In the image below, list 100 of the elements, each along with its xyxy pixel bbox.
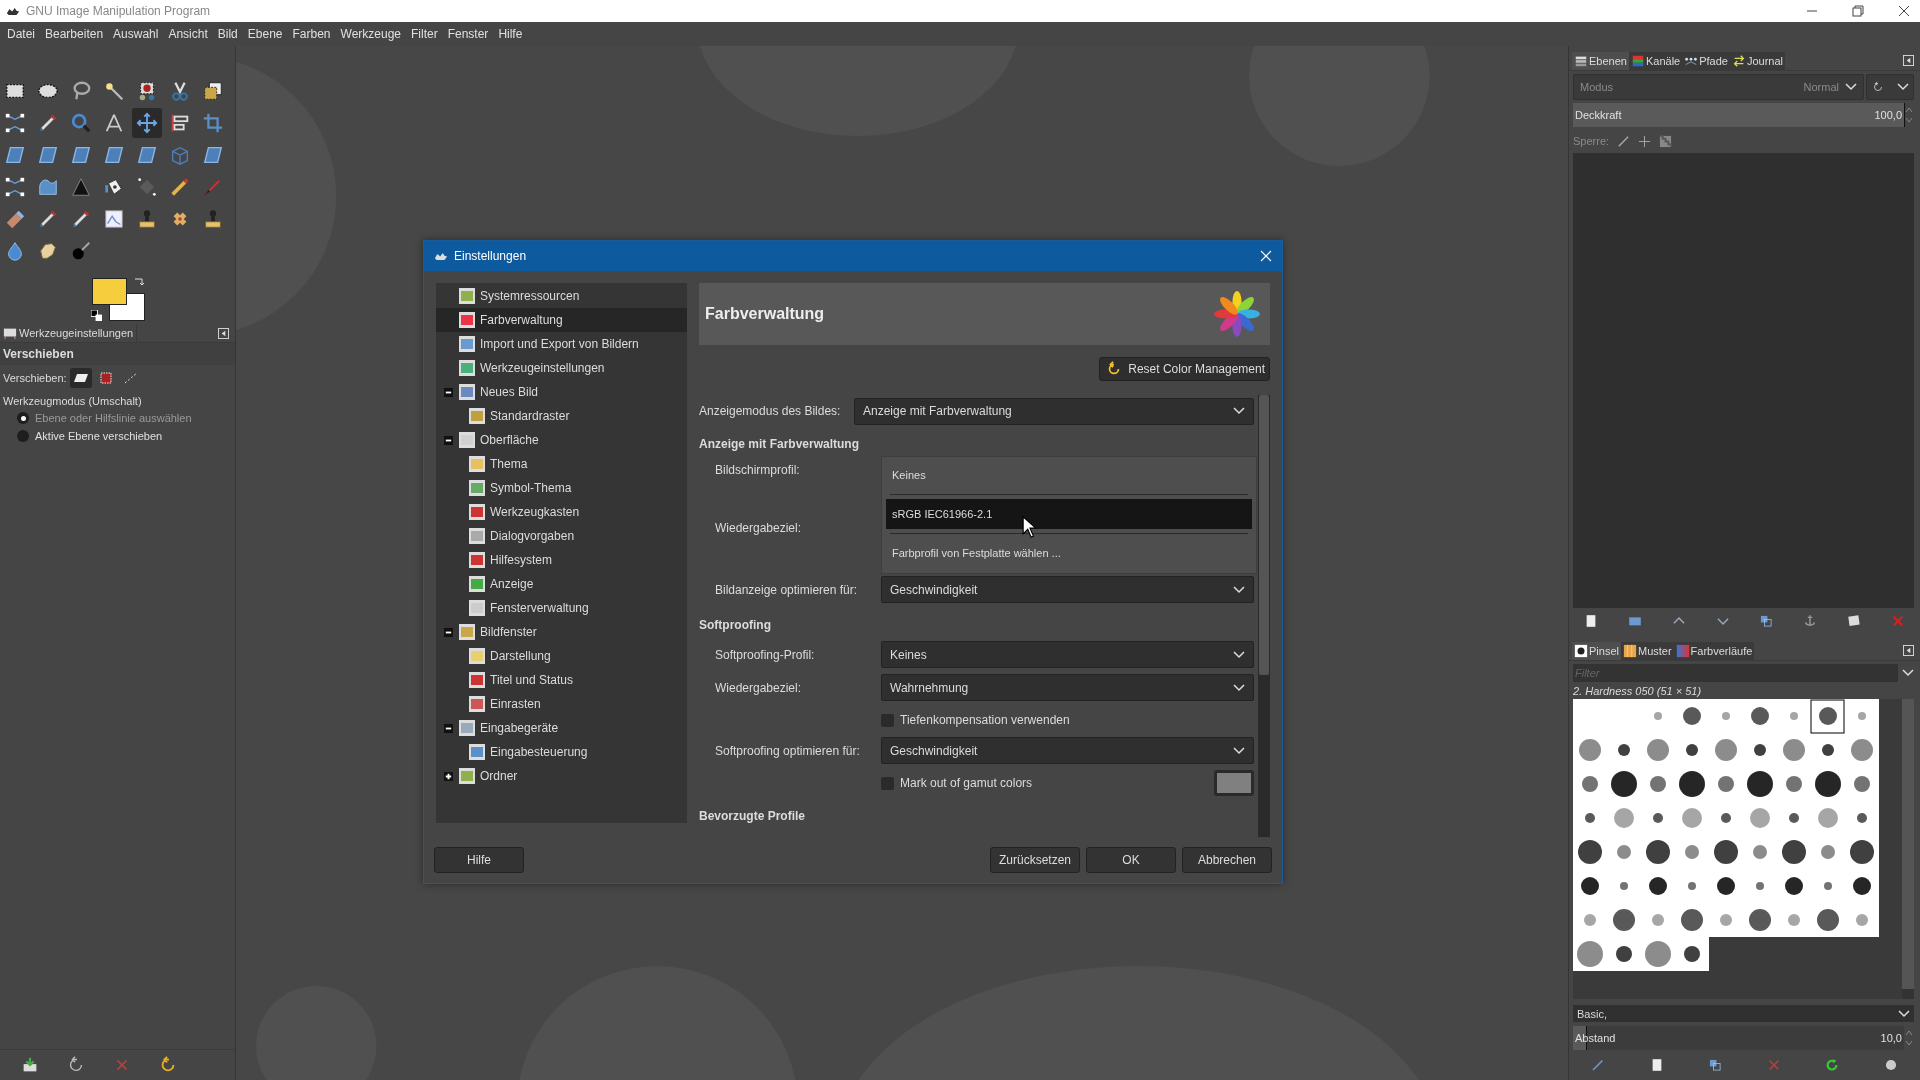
menu-item[interactable]: Ansicht [163, 27, 213, 41]
opacity-slider[interactable]: Deckkraft 100,0 [1573, 103, 1904, 127]
composite-dropdown[interactable] [1866, 74, 1914, 100]
panel-menu-icon[interactable] [1903, 54, 1914, 66]
default-colors-icon[interactable] [91, 310, 102, 321]
tool-button[interactable] [132, 108, 162, 138]
reset-button[interactable]: Reset Color Management [1099, 357, 1270, 381]
swap-arrow-icon[interactable] [134, 276, 144, 286]
tree-item[interactable]: Anzeige [436, 572, 687, 596]
radio-option[interactable]: Aktive Ebene verschieben [0, 427, 235, 445]
field-label: Bildschirmprofil: [714, 463, 801, 477]
squares-icon[interactable] [1707, 1057, 1724, 1073]
brush-icon[interactable] [1617, 134, 1631, 148]
pattern-icon [1622, 644, 1637, 658]
collapse-icon[interactable] [443, 627, 453, 637]
spin-arrows-icon[interactable] [1904, 105, 1914, 125]
tree-item[interactable]: Standardraster [436, 404, 687, 428]
page-icon[interactable] [1846, 613, 1863, 629]
tree-item[interactable]: Darstellung [436, 644, 687, 668]
close-icon[interactable] [1898, 5, 1910, 17]
help-button[interactable]: Hilfe [434, 847, 524, 873]
menu-item[interactable]: Farbprofil von Festplatte wählen ... [886, 538, 1252, 568]
dropdown[interactable]: Keines [881, 641, 1254, 668]
dropdown[interactable]: Geschwindigkeit [881, 737, 1254, 764]
tree-item[interactable]: Einrasten [436, 692, 687, 716]
parallelogram-icon [103, 144, 125, 166]
menu-item[interactable]: Bearbeiten [40, 27, 109, 41]
menu-item[interactable]: Datei [2, 27, 40, 41]
dock-tab[interactable]: Muster [1620, 642, 1674, 660]
align-bars-icon [169, 112, 191, 134]
dropdown[interactable]: Anzeige mit Farbverwaltung [854, 397, 1254, 425]
tree-item[interactable]: Oberfläche [436, 428, 687, 452]
tag-dropdown[interactable]: Basic, [1573, 1005, 1914, 1022]
tree-item[interactable]: Import und Export von Bildern [436, 332, 687, 356]
easel-icon [3, 326, 17, 340]
menu-item[interactable]: Hilfe [493, 27, 528, 41]
color-button[interactable] [1214, 770, 1254, 796]
restore-icon[interactable] [1852, 5, 1864, 17]
tool-options-tab[interactable]: Werkzeugeinstellungen [0, 324, 138, 342]
tree-item[interactable]: Symbol-Thema [436, 476, 687, 500]
menu-item[interactable]: sRGB IEC61966-2.1 [886, 499, 1252, 529]
menu-item[interactable]: Auswahl [108, 27, 164, 41]
panel-menu-icon[interactable] [1903, 644, 1914, 656]
page-icon [468, 599, 486, 617]
tree-item[interactable]: Eingabesteuerung [436, 740, 687, 764]
dropdown[interactable]: Geschwindigkeit [881, 576, 1254, 603]
dock-tab[interactable]: Ebenen [1572, 52, 1629, 70]
dialog-button[interactable]: Zurücksetzen [990, 847, 1080, 873]
tree-item[interactable]: Thema [436, 452, 687, 476]
tree-item[interactable]: Titel und Status [436, 668, 687, 692]
dock-tab[interactable]: Kanäle [1628, 52, 1683, 70]
chevron-icon [1845, 83, 1857, 91]
collapse-icon[interactable] [443, 435, 453, 445]
menu-item[interactable]: Farben [287, 27, 336, 41]
brush-thumbnails-drawing[interactable] [1573, 699, 1879, 971]
page-icon [458, 383, 476, 401]
tree-item[interactable]: Werkzeugeinstellungen [436, 356, 687, 380]
tree-item[interactable]: Fensterverwaltung [436, 596, 687, 620]
color-swatches-drawing[interactable] [92, 278, 145, 321]
dock-tab[interactable]: Journal [1729, 52, 1786, 70]
page-icon [458, 287, 476, 305]
menu-item[interactable]: Filter [406, 27, 443, 41]
scrollbar-thumb[interactable] [1259, 395, 1269, 675]
dialog-button[interactable]: Abbrechen [1182, 847, 1272, 873]
dialog-button[interactable]: OK [1086, 847, 1176, 873]
dropdown[interactable]: Wahrnehmung [881, 674, 1254, 701]
dock-tab[interactable]: Farbverläufe [1673, 642, 1755, 660]
tree-item[interactable]: Eingabegeräte [436, 716, 687, 740]
move-arrows-icon[interactable] [1638, 134, 1652, 148]
page-icon [458, 311, 476, 329]
tree-item[interactable]: Farbverwaltung [436, 308, 687, 332]
tree-item[interactable]: Dialogvorgaben [436, 524, 687, 548]
mode-toggle[interactable] [69, 368, 92, 388]
tree-item[interactable]: Bildfenster [436, 620, 687, 644]
menu-item[interactable]: Keines [886, 460, 1252, 490]
menu-item[interactable]: Bild [212, 27, 243, 41]
scrollbar-thumb[interactable] [1902, 699, 1914, 989]
menu-item[interactable]: Werkzeuge [335, 27, 406, 41]
dock-tab[interactable]: Pinsel [1572, 642, 1621, 660]
tree-item[interactable]: Werkzeugkasten [436, 500, 687, 524]
collapse-icon[interactable] [443, 723, 453, 733]
menu-item[interactable]: Ebene [242, 27, 288, 41]
checkbox[interactable] [881, 776, 894, 790]
arrows-icon [1731, 54, 1746, 68]
tree-item[interactable]: Systemressourcen [436, 284, 687, 308]
collapse-icon[interactable] [443, 387, 453, 397]
panel-menu-icon[interactable] [218, 327, 229, 339]
menu-item[interactable]: Fenster [442, 27, 494, 41]
spacing-slider[interactable]: Abstand 10,0 [1573, 1026, 1904, 1050]
page-icon [468, 575, 486, 593]
nodes-icon [4, 176, 26, 198]
nodes-icon [4, 112, 26, 134]
squares-icon[interactable] [1758, 613, 1775, 629]
chevron-icon [1233, 407, 1245, 415]
checkbox[interactable] [881, 713, 894, 727]
tree-item[interactable]: Hilfesystem [436, 548, 687, 572]
tree-item[interactable]: Ordner [436, 764, 687, 788]
dock-tab[interactable]: Pfade [1682, 52, 1730, 70]
tree-item[interactable]: Neues Bild [436, 380, 687, 404]
expand-icon[interactable] [443, 771, 453, 781]
